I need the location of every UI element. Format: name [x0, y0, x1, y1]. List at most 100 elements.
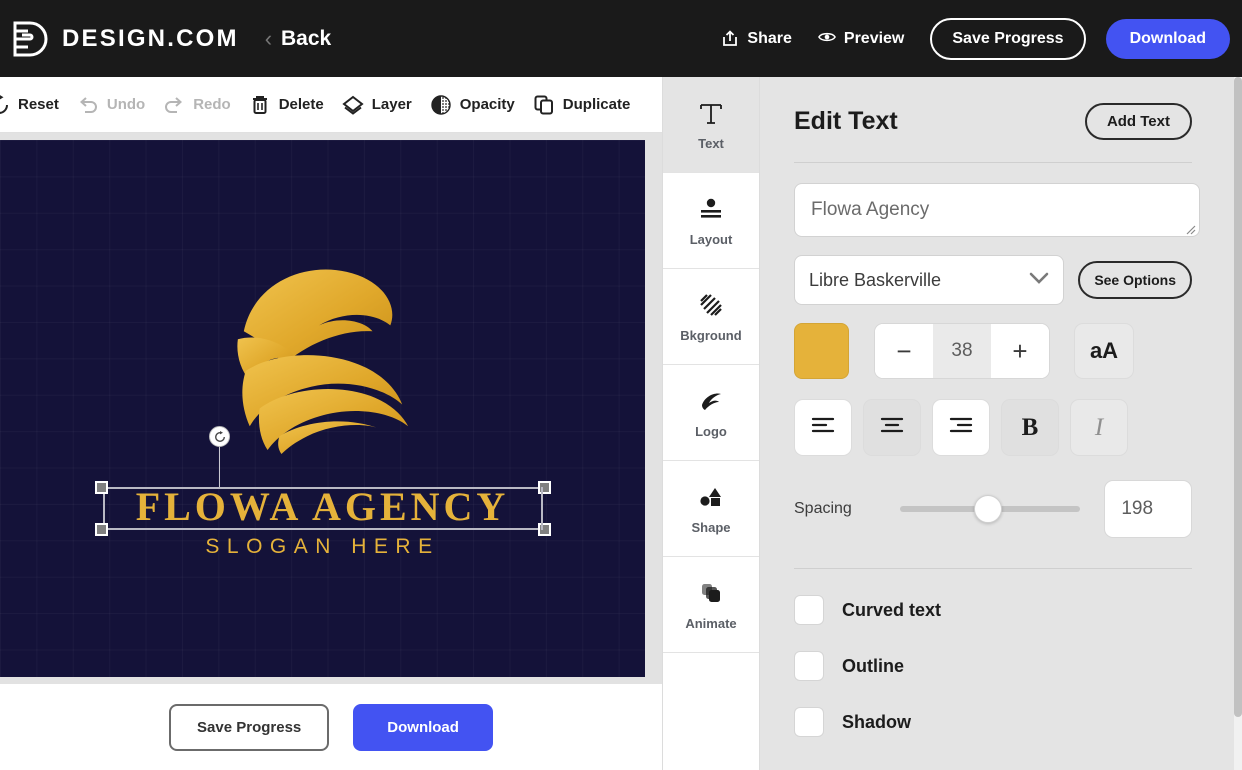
spacing-value-field[interactable]: 198 [1104, 480, 1192, 538]
panel-divider-2 [794, 568, 1192, 569]
resize-handle-icon[interactable] [538, 481, 551, 494]
align-center-button[interactable] [863, 399, 921, 456]
duplicate-copy-icon [533, 94, 555, 116]
edit-toolbar: Reset Undo Redo Delete Layer Opacity Dup… [0, 77, 662, 133]
spacing-slider[interactable] [900, 495, 1081, 523]
font-family-value: Libre Baskerville [809, 269, 942, 290]
layout-icon [697, 195, 725, 223]
eye-icon [817, 30, 836, 48]
align-right-button[interactable] [932, 399, 990, 456]
curved-text-checkbox[interactable] [794, 595, 824, 625]
animate-layers-icon [697, 579, 725, 607]
edit-text-panel: Edit Text Add Text Libre Baskerville [760, 77, 1234, 770]
shadow-label: Shadow [842, 711, 912, 732]
trash-icon [249, 94, 271, 116]
outline-row[interactable]: Outline [794, 651, 1192, 681]
align-right-icon [948, 415, 974, 440]
toolbar-layer-button[interactable]: Layer [342, 94, 412, 116]
curved-text-label: Curved text [842, 599, 942, 620]
background-hatch-icon [697, 291, 725, 319]
brand-logo-link[interactable]: DESIGN.COM [0, 19, 239, 59]
toolbar-redo-button[interactable]: Redo [163, 94, 231, 116]
toolbar-duplicate-button[interactable]: Duplicate [533, 94, 631, 116]
rotate-handle-icon[interactable] [209, 426, 230, 447]
text-case-button[interactable]: aA [1074, 323, 1134, 379]
text-selection-box[interactable] [95, 481, 551, 536]
bold-label: B [1021, 413, 1039, 441]
canvas-download-button[interactable]: Download [353, 703, 493, 751]
add-text-button[interactable]: Add Text [1084, 103, 1192, 140]
header-download-button[interactable]: Download [1105, 18, 1230, 59]
rail-label: Logo [695, 423, 727, 439]
font-size-increase-button[interactable]: + [991, 324, 1049, 378]
shadow-row[interactable]: Shadow [794, 707, 1192, 737]
resize-handle-icon[interactable] [95, 481, 108, 494]
curved-text-row[interactable]: Curved text [794, 595, 1192, 625]
font-size-stepper[interactable]: − 38 + [874, 323, 1050, 379]
align-left-icon [810, 415, 836, 440]
top-header: DESIGN.COM ‹ Back Share Preview Save Pro… [0, 0, 1242, 77]
logo-slogan-text[interactable]: SLOGAN HERE [0, 535, 645, 559]
bold-button[interactable]: B [1001, 399, 1059, 456]
design-canvas[interactable]: FLOWA AGENCY SLOGAN HERE [0, 140, 645, 677]
spacing-row: Spacing 198 [794, 480, 1192, 538]
font-family-select[interactable]: Libre Baskerville [794, 255, 1065, 305]
logo-swoosh-icon [697, 387, 725, 415]
reset-circular-arrow-icon [0, 94, 10, 116]
back-label: Back [281, 26, 332, 50]
undo-arrow-icon [77, 94, 99, 116]
header-save-progress-button[interactable]: Save Progress [930, 17, 1086, 60]
rail-item-animate[interactable]: Animate [663, 557, 759, 653]
rail-item-bkground[interactable]: Bkground [663, 269, 759, 365]
toolbar-label: Opacity [459, 96, 515, 113]
outline-checkbox[interactable] [794, 651, 824, 681]
brand-name: DESIGN.COM [62, 24, 239, 52]
outline-label: Outline [842, 655, 904, 676]
toolbar-undo-button[interactable]: Undo [77, 94, 145, 116]
share-icon [721, 29, 739, 48]
toolbar-delete-button[interactable]: Delete [249, 94, 324, 116]
rail-label: Layout [689, 231, 733, 247]
preview-button[interactable]: Preview [817, 30, 904, 48]
toolbar-reset-button[interactable]: Reset [0, 94, 59, 116]
resize-grip-icon[interactable] [1184, 222, 1196, 235]
opacity-circle-icon [430, 94, 452, 116]
resize-handle-icon[interactable] [538, 523, 551, 536]
text-input[interactable] [795, 184, 1199, 236]
share-label: Share [747, 29, 792, 47]
toolbar-opacity-button[interactable]: Opacity [430, 94, 515, 116]
rail-label: Bkground [680, 327, 742, 343]
color-swatch-icon[interactable] [794, 323, 849, 379]
toolbar-label: Layer [371, 96, 412, 113]
align-center-icon [879, 415, 905, 440]
panel-scrollbar-track[interactable] [1234, 77, 1242, 770]
panel-scrollbar-thumb[interactable] [1234, 77, 1242, 717]
share-button[interactable]: Share [721, 29, 792, 48]
toolbar-label: Duplicate [562, 96, 631, 113]
back-button[interactable]: ‹ Back [265, 27, 332, 51]
italic-button[interactable]: I [1070, 399, 1128, 456]
shadow-checkbox[interactable] [794, 707, 824, 737]
rail-item-text[interactable]: Text [663, 77, 759, 173]
abstract-gold-bird-circle-icon[interactable] [224, 260, 422, 455]
panel-header: Edit Text Add Text [794, 103, 1192, 140]
canvas-save-progress-button[interactable]: Save Progress [169, 703, 330, 751]
font-size-decrease-button[interactable]: − [875, 324, 933, 378]
resize-handle-icon[interactable] [95, 523, 108, 536]
rail-item-layout[interactable]: Layout [663, 173, 759, 269]
rail-item-shape[interactable]: Shape [663, 461, 759, 557]
align-left-button[interactable] [794, 399, 852, 456]
text-content-field[interactable] [794, 183, 1200, 237]
text-style-row: B I [794, 399, 1192, 456]
chevron-down-icon [1029, 271, 1049, 289]
italic-label: I [1094, 413, 1104, 441]
tool-rail: Text Layout Bkground Logo Shape Animate [662, 77, 760, 770]
slider-thumb[interactable] [974, 495, 1003, 523]
see-options-button[interactable]: See Options [1078, 261, 1192, 299]
rail-label: Shape [691, 519, 731, 535]
toolbar-label: Undo [106, 96, 146, 113]
rail-item-logo[interactable]: Logo [663, 365, 759, 461]
header-actions: Share Preview Save Progress Download [721, 17, 1242, 60]
canvas-area: FLOWA AGENCY SLOGAN HERE Save Progress D… [0, 133, 662, 770]
toolbar-label: Redo [193, 96, 231, 113]
